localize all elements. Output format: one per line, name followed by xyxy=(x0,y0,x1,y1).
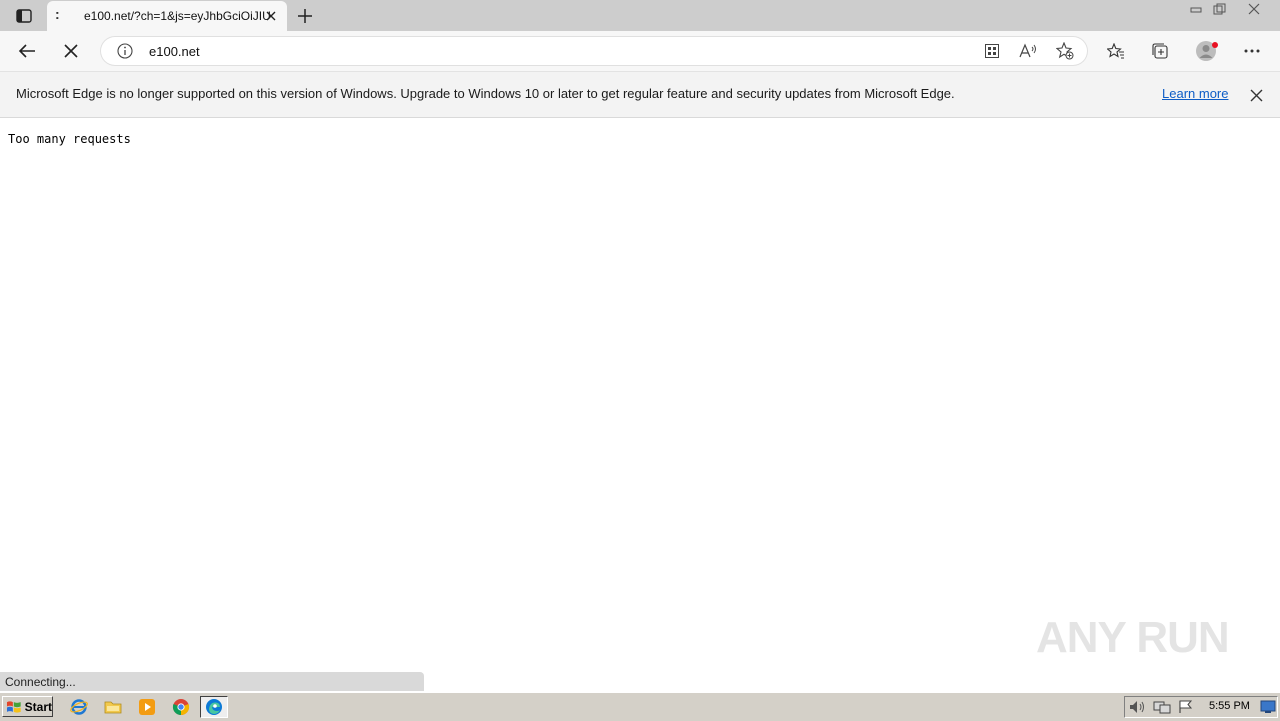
page-content: Too many requests xyxy=(0,118,1280,672)
plus-icon xyxy=(298,9,312,23)
site-info-button[interactable] xyxy=(116,42,134,60)
close-icon xyxy=(1250,89,1262,101)
apps-grid-icon xyxy=(985,44,999,58)
settings-more-button[interactable] xyxy=(1239,39,1265,63)
stop-x-icon xyxy=(64,44,78,58)
taskbar-chrome-button[interactable] xyxy=(167,696,195,718)
minimize-button[interactable] xyxy=(1185,0,1207,18)
collections-button[interactable] xyxy=(1147,39,1173,63)
tray-action-center-button[interactable] xyxy=(1177,699,1195,715)
read-aloud-button[interactable] xyxy=(1017,41,1039,61)
edge-icon xyxy=(206,699,222,715)
close-icon xyxy=(266,11,276,21)
tab-title: e100.net/?ch=1&js=eyJhbGciOiJIUzI1NiIsIn… xyxy=(84,9,270,23)
start-label: Start xyxy=(24,699,52,714)
media-player-icon xyxy=(139,699,155,715)
infobar-message: Microsoft Edge is no longer supported on… xyxy=(16,86,955,101)
close-window-icon xyxy=(1248,3,1260,15)
page-body-text: Too many requests xyxy=(8,132,131,146)
status-text: Connecting... xyxy=(5,675,76,689)
learn-more-link[interactable]: Learn more xyxy=(1162,86,1228,101)
more-horizontal-icon xyxy=(1244,49,1260,53)
speaker-icon xyxy=(1130,701,1144,713)
infobar-close-button[interactable] xyxy=(1246,85,1266,105)
restore-button[interactable] xyxy=(1209,0,1231,18)
desktop-icon xyxy=(1260,700,1276,713)
stop-loading-button[interactable] xyxy=(58,39,84,63)
start-button[interactable]: Start xyxy=(2,696,53,717)
unsupported-os-infobar: Microsoft Edge is no longer supported on… xyxy=(0,72,1280,118)
minimize-icon xyxy=(1190,7,1202,13)
new-tab-button[interactable] xyxy=(294,5,316,27)
collections-icon xyxy=(1152,43,1168,59)
folder-icon xyxy=(104,701,122,714)
avatar-icon xyxy=(1196,41,1218,61)
back-button[interactable] xyxy=(14,39,40,63)
taskbar-clock[interactable]: 5:55 PM xyxy=(1209,700,1250,712)
windows-logo-icon xyxy=(6,700,21,713)
taskbar: Start 5:55 PM xyxy=(0,692,1280,721)
network-icon xyxy=(1153,701,1171,714)
arrow-left-icon xyxy=(18,44,35,58)
tab-actions-button[interactable] xyxy=(10,6,38,26)
chrome-icon xyxy=(172,699,190,716)
add-favorite-button[interactable] xyxy=(1054,41,1076,61)
browser-tab-active[interactable]: : e100.net/?ch=1&js=eyJhbGciOiJIUzI1NiIs… xyxy=(47,1,287,31)
anyrun-watermark: ANY RUN xyxy=(1036,606,1236,670)
tab-actions-icon xyxy=(16,9,32,23)
star-add-icon xyxy=(1056,42,1074,60)
close-window-button[interactable] xyxy=(1235,0,1273,18)
favorites-button[interactable] xyxy=(1103,39,1129,63)
flag-icon xyxy=(1179,700,1193,713)
tab-loading-icon: : xyxy=(55,6,60,22)
address-url[interactable]: e100.net xyxy=(149,44,200,59)
tray-volume-button[interactable] xyxy=(1129,699,1147,715)
taskbar-edge-button[interactable] xyxy=(200,696,228,718)
app-available-button[interactable] xyxy=(981,41,1003,61)
show-desktop-button[interactable] xyxy=(1259,699,1277,715)
read-aloud-icon xyxy=(1019,43,1036,58)
browser-toolbar: e100.net xyxy=(0,31,1280,72)
system-tray: 5:55 PM xyxy=(1124,696,1278,718)
taskbar-ie-button[interactable] xyxy=(65,696,93,718)
taskbar-media-player-button[interactable] xyxy=(133,696,161,718)
favorites-icon xyxy=(1107,43,1124,59)
restore-icon xyxy=(1213,3,1226,15)
tab-close-button[interactable] xyxy=(263,8,279,24)
status-bubble: Connecting... xyxy=(0,672,424,691)
taskbar-explorer-button[interactable] xyxy=(99,696,127,718)
tab-strip: : e100.net/?ch=1&js=eyJhbGciOiJIUzI1NiIs… xyxy=(0,0,1280,31)
internet-explorer-icon xyxy=(70,699,88,715)
tray-network-button[interactable] xyxy=(1153,699,1171,715)
profile-button[interactable] xyxy=(1193,39,1221,63)
watermark-text: ANY RUN xyxy=(1036,613,1230,662)
info-icon xyxy=(117,43,133,59)
address-bar[interactable]: e100.net xyxy=(100,36,1088,66)
